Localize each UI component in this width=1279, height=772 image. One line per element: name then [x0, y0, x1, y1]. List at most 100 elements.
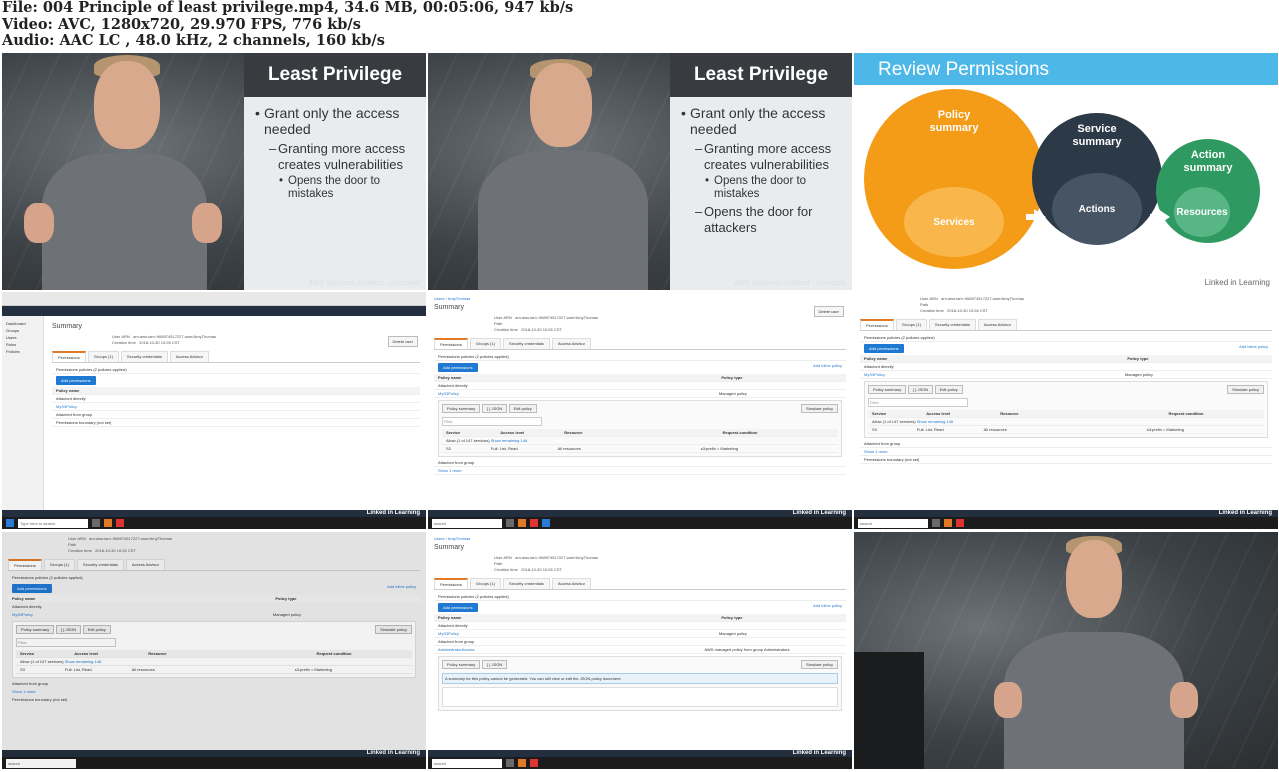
admin-access-link[interactable]: AdministratorAccess: [438, 647, 474, 652]
arrow-icon: [1150, 209, 1170, 225]
windows-start-icon[interactable]: [6, 519, 14, 527]
edit-policy-button[interactable]: Edit policy: [82, 625, 111, 634]
simulate-policy-button[interactable]: Simulate policy: [1227, 385, 1264, 394]
tab-permissions[interactable]: Permissions: [434, 338, 468, 349]
show-remaining-link[interactable]: Show remaining 146: [65, 659, 101, 664]
add-permissions-button[interactable]: Add permissions: [438, 603, 478, 612]
breadcrumb-user[interactable]: AmyThomas: [448, 536, 470, 541]
tab-access-advisor[interactable]: Access Advisor: [551, 578, 591, 589]
console-footer: [428, 510, 852, 517]
policy-summary-button[interactable]: Policy summary: [868, 385, 907, 394]
tab-groups[interactable]: Groups (1): [895, 319, 927, 330]
show-remaining-link[interactable]: Show remaining 146: [917, 419, 953, 424]
policy-summary-button[interactable]: Policy summary: [442, 404, 481, 413]
json-button[interactable]: { } JSON: [907, 385, 934, 394]
aws-navbar: [2, 306, 426, 316]
taskbar-app-icon[interactable]: [530, 759, 538, 767]
breadcrumb-user[interactable]: AmyThomas: [448, 296, 470, 301]
taskbar-app-icon[interactable]: [932, 519, 940, 527]
tab-permissions[interactable]: Permissions: [434, 578, 468, 589]
least-privilege-slide: Least Privilege • Grant only the access n…: [670, 53, 852, 290]
show-1-more-link[interactable]: Show 1 more: [438, 468, 462, 473]
add-inline-policy-link[interactable]: Add inline policy: [1239, 344, 1268, 349]
add-permissions-button[interactable]: Add permissions: [12, 584, 52, 593]
json-button[interactable]: { } JSON: [55, 625, 82, 634]
edit-policy-button[interactable]: Edit policy: [934, 385, 963, 394]
my-s3-policy-link[interactable]: MyS3Policy: [438, 391, 459, 396]
breadcrumb-users[interactable]: Users: [434, 536, 444, 541]
tab-security[interactable]: Security credentials: [928, 319, 976, 330]
show-1-more-link[interactable]: Show 1 more: [12, 689, 36, 694]
request-condition-col: Request condition: [1168, 411, 1204, 416]
filter-input[interactable]: Filter: [442, 417, 542, 426]
access-level-value: Full: List, Read: [64, 667, 92, 672]
simulate-policy-button[interactable]: Simulate policy: [801, 404, 838, 413]
thumbnail-presenter-3: [854, 532, 1278, 769]
my-s3-policy-link[interactable]: MyS3Policy: [438, 631, 459, 636]
show-1-more-link[interactable]: Show 1 more: [864, 449, 888, 454]
tab-groups[interactable]: Groups (1): [469, 578, 501, 589]
taskbar-search[interactable]: search: [432, 758, 502, 768]
json-button[interactable]: { } JSON: [481, 404, 508, 413]
tab-security[interactable]: Security credentials: [76, 559, 124, 570]
taskbar-search[interactable]: search: [6, 758, 76, 768]
tab-security[interactable]: Security credentials: [120, 351, 168, 362]
policy-summary-button[interactable]: Policy summary: [16, 625, 55, 634]
tab-permissions[interactable]: Permissions: [860, 319, 894, 330]
filter-input[interactable]: Filter: [868, 398, 968, 407]
taskbar-app-icon[interactable]: [506, 759, 514, 767]
policy-summary-button[interactable]: Policy summary: [442, 660, 481, 669]
taskbar-search[interactable]: search: [432, 518, 502, 528]
taskbar-app-icon[interactable]: [116, 519, 124, 527]
taskbar-app-icon[interactable]: [956, 519, 964, 527]
add-inline-policy-link[interactable]: Add inline policy: [813, 603, 842, 608]
breadcrumb-users[interactable]: Users: [434, 296, 444, 301]
tab-groups[interactable]: Groups (1): [87, 351, 119, 362]
taskbar-app-icon[interactable]: [104, 519, 112, 527]
delete-user-button[interactable]: Delete user: [387, 336, 418, 347]
delete-user-button[interactable]: Delete user: [813, 306, 844, 317]
audio-line: Audio: AAC LC , 48.0 kHz, 2 channels, 16…: [2, 32, 385, 49]
add-inline-policy-link[interactable]: Add inline policy: [387, 584, 416, 589]
taskbar-search[interactable]: Type here to search: [18, 518, 88, 528]
tab-permissions[interactable]: Permissions: [8, 559, 42, 570]
taskbar-app-icon[interactable]: [530, 519, 538, 527]
tab-access-advisor[interactable]: Access Advisor: [551, 338, 591, 349]
user-arn-value: arn:aws:iam::968974517227:user/AmyThomas: [515, 315, 599, 320]
filter-input[interactable]: Filter: [16, 638, 116, 647]
creation-label: Creation time: [920, 308, 944, 313]
taskbar-search[interactable]: search: [858, 518, 928, 528]
my-s3-policy-link[interactable]: MyS3Policy: [56, 404, 77, 409]
aws-managed-group-label: AWS managed policy from group Administra…: [704, 647, 790, 652]
tab-security[interactable]: Security credentials: [502, 338, 550, 349]
policy-name-header: Policy name: [56, 388, 80, 393]
add-permissions-button[interactable]: Add permissions: [438, 363, 478, 372]
tab-access-advisor[interactable]: Access Advisor: [125, 559, 165, 570]
taskbar-app-icon[interactable]: [518, 759, 526, 767]
edit-policy-button[interactable]: Edit policy: [508, 404, 537, 413]
slide-bullet-3: Opens the door to mistakes: [714, 175, 807, 200]
my-s3-policy-link[interactable]: MyS3Policy: [12, 612, 33, 617]
simulate-policy-button[interactable]: Simulate policy: [375, 625, 412, 634]
tab-access-advisor[interactable]: Access Advisor: [977, 319, 1017, 330]
tab-groups[interactable]: Groups (1): [469, 338, 501, 349]
taskbar-app-icon[interactable]: [92, 519, 100, 527]
console-footer: [854, 510, 1278, 517]
taskbar-app-icon[interactable]: [518, 519, 526, 527]
add-inline-policy-link[interactable]: Add inline policy: [813, 363, 842, 368]
taskbar-app-icon[interactable]: [944, 519, 952, 527]
simulate-policy-button[interactable]: Simulate policy: [801, 660, 838, 669]
add-permissions-button[interactable]: Add permissions: [864, 344, 904, 353]
taskbar-app-icon[interactable]: [542, 519, 550, 527]
taskbar-app-icon[interactable]: [506, 519, 514, 527]
show-remaining-link[interactable]: Show remaining 146: [491, 438, 527, 443]
tab-security[interactable]: Security credentials: [502, 578, 550, 589]
tab-groups[interactable]: Groups (1): [43, 559, 75, 570]
slide-bullet-2: Granting more access creates vulnerabili…: [278, 141, 406, 172]
tab-permissions[interactable]: Permissions: [52, 351, 86, 362]
attached-from-group: Attached from group: [860, 440, 1272, 448]
my-s3-policy-link[interactable]: MyS3Policy: [864, 372, 885, 377]
json-button[interactable]: { } JSON: [481, 660, 508, 669]
add-permissions-button[interactable]: Add permissions: [56, 376, 96, 385]
tab-access-advisor[interactable]: Access Advisor: [169, 351, 209, 362]
